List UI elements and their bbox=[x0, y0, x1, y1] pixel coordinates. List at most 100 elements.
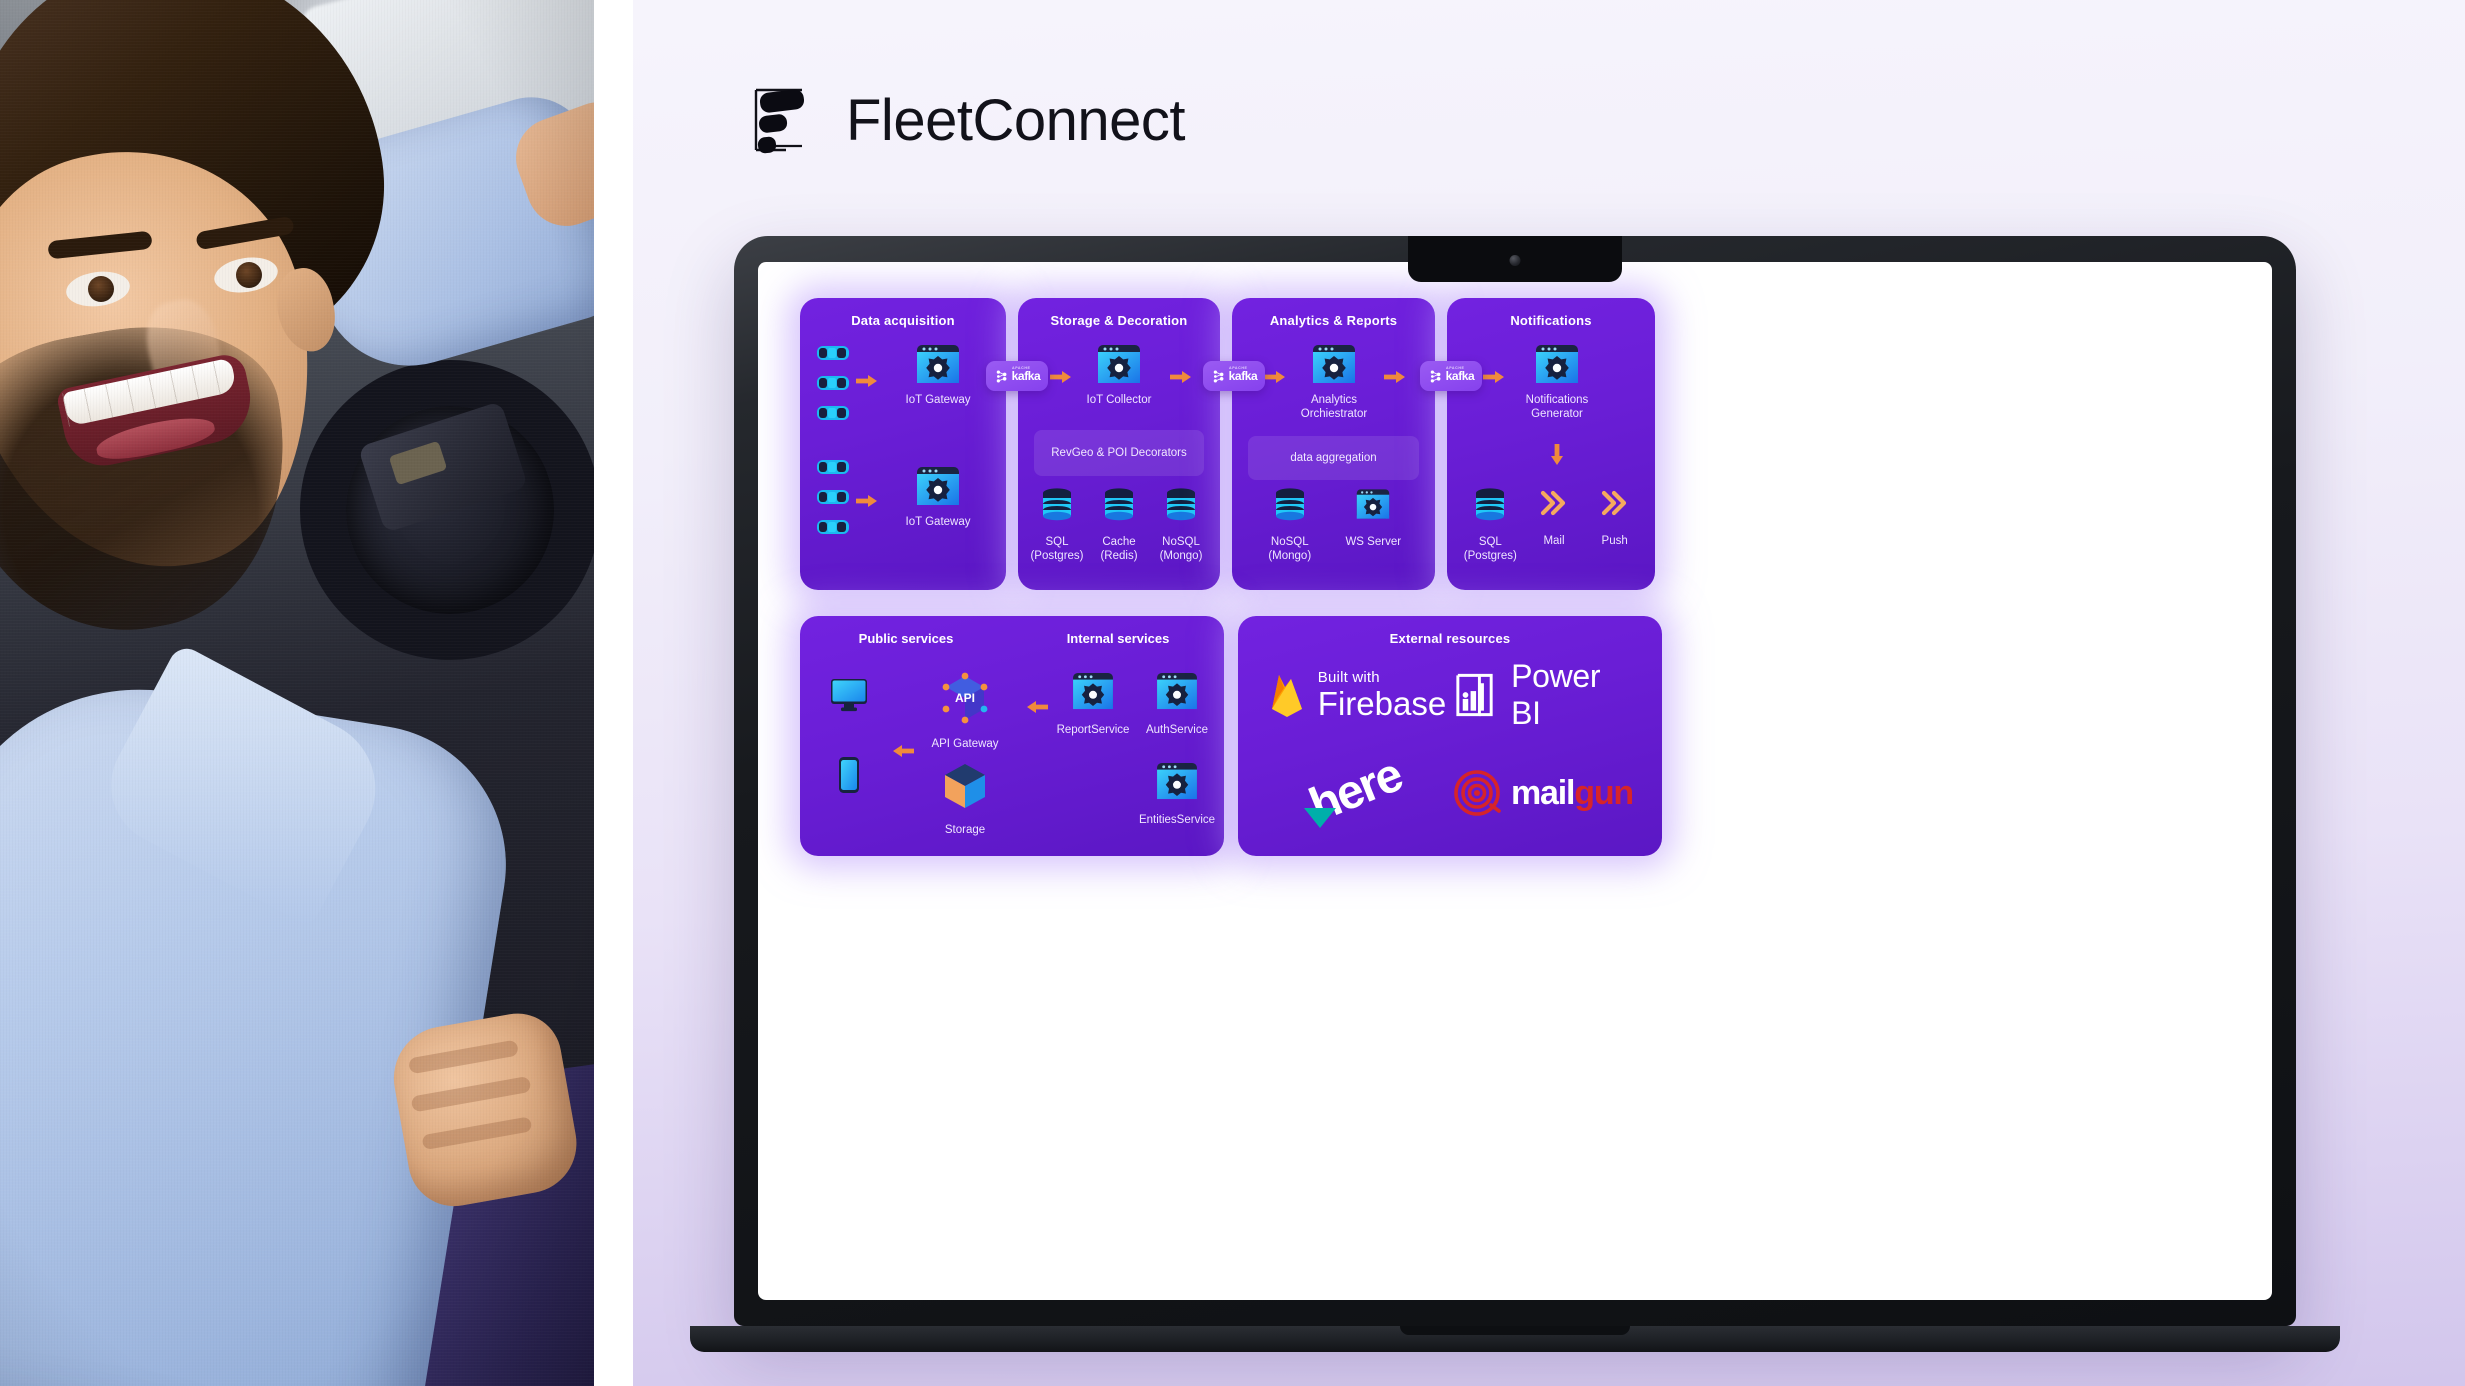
firebase-logo-lockup: Built with Firebase bbox=[1268, 670, 1446, 720]
data-aggregation-band: data aggregation bbox=[1248, 436, 1419, 480]
laptop-base bbox=[690, 1326, 2340, 1352]
datastore-cache-redis: Cache (Redis) bbox=[1090, 488, 1148, 564]
notification-outputs-group: SQL (Postgres) Mail Push bbox=[1447, 488, 1655, 564]
firebase-flame-icon bbox=[1271, 675, 1302, 717]
photo-stage-divider bbox=[594, 0, 633, 1386]
panel-public-internal-services: Public services Internal services API AP… bbox=[800, 616, 1224, 856]
fleet-bars-logo-icon bbox=[754, 88, 805, 154]
external-logo-grid: Built with Firebase Power BI here mailgu… bbox=[1238, 646, 1662, 852]
datastore-label: Cache bbox=[1102, 536, 1136, 548]
knuckle bbox=[421, 1116, 533, 1151]
service-window-gear-icon bbox=[1157, 672, 1197, 710]
pipeline-row: kafka APACHE kafka APACHE kafka APACHE D… bbox=[800, 298, 2230, 590]
smartphone-icon bbox=[839, 757, 859, 793]
service-ws-server: WS Server bbox=[1338, 488, 1408, 564]
service-window-gear-icon bbox=[1073, 672, 1113, 710]
laptop-notch bbox=[1408, 236, 1622, 282]
double-chevron-right-icon bbox=[1540, 490, 1566, 516]
decorators-band: RevGeo & POI Decorators bbox=[1034, 430, 1204, 476]
panel-title: Data acquisition bbox=[851, 313, 955, 328]
datastore-sublabel: (Mongo) bbox=[1159, 549, 1203, 562]
service-analytics-orchestrator: Analytics Orchiestrator bbox=[1287, 344, 1381, 422]
powerbi-chart-icon bbox=[1456, 673, 1493, 717]
kafka-badge: kafka APACHE bbox=[1420, 361, 1482, 391]
output-push: Push bbox=[1589, 488, 1641, 564]
desktop-monitor-icon bbox=[831, 679, 867, 712]
panel-notifications: Notifications Notifications Generator SQ… bbox=[1447, 298, 1655, 590]
database-cylinder-icon bbox=[1043, 488, 1071, 521]
storage-cube-icon bbox=[945, 764, 985, 808]
kafka-badge-sub: APACHE bbox=[1229, 366, 1248, 370]
mailgun-name-part1: mail bbox=[1511, 774, 1575, 812]
datastore-sublabel: (Postgres) bbox=[1030, 549, 1084, 562]
public-services-title: Public services bbox=[858, 631, 954, 646]
output-label: Mail bbox=[1543, 535, 1565, 547]
firebase-text: Built with Firebase bbox=[1318, 670, 1446, 720]
service-window-gear-icon bbox=[1157, 762, 1197, 800]
brand-name: FleetConnect bbox=[846, 87, 1185, 153]
arrow-right-icon bbox=[856, 495, 877, 507]
architecture-diagram: kafka APACHE kafka APACHE kafka APACHE D… bbox=[758, 262, 2272, 1300]
knuckle bbox=[407, 1039, 520, 1075]
service-window-gear-icon bbox=[1313, 345, 1355, 383]
here-logo-lockup: here bbox=[1297, 748, 1417, 833]
vehicle-fleet-group bbox=[816, 344, 850, 536]
database-cylinder-icon bbox=[1476, 488, 1505, 521]
knuckle bbox=[410, 1075, 532, 1113]
datastore-label: SQL bbox=[1478, 536, 1502, 548]
laptop-lid: kafka APACHE kafka APACHE kafka APACHE D… bbox=[734, 236, 2296, 1326]
service-label: IoT Gateway bbox=[905, 516, 971, 528]
service-report: ReportService bbox=[1050, 672, 1136, 738]
kafka-badge: kafka APACHE bbox=[986, 361, 1048, 391]
service-window-gear-icon bbox=[917, 467, 959, 505]
service-label: Storage bbox=[944, 824, 986, 836]
kafka-logo-icon bbox=[1430, 370, 1441, 382]
service-label: EntitiesService bbox=[1138, 814, 1216, 826]
datastore-sublabel: (Postgres) bbox=[1463, 549, 1517, 562]
mailgun-name-part2: gun bbox=[1574, 774, 1634, 812]
service-window-gear-icon bbox=[1098, 345, 1140, 383]
camera-dot-icon bbox=[1509, 255, 1521, 266]
powerbi-name: Power BI bbox=[1511, 658, 1601, 731]
service-window-gear-icon bbox=[1357, 489, 1390, 519]
page-root: FleetConnect kafka APACHE kafka APACHE k… bbox=[0, 0, 2465, 1386]
kafka-logo-icon bbox=[996, 370, 1007, 382]
car-icon bbox=[817, 490, 849, 504]
mailgun-name: mailgun bbox=[1511, 774, 1634, 812]
kafka-badge-sub: APACHE bbox=[1012, 366, 1031, 370]
database-cylinder-icon bbox=[1105, 488, 1133, 521]
output-label: Push bbox=[1601, 535, 1628, 547]
kafka-badge: kafka APACHE bbox=[1203, 361, 1265, 391]
laptop-device: kafka APACHE kafka APACHE kafka APACHE D… bbox=[690, 236, 2340, 1352]
mailgun-logo-lockup: mailgun bbox=[1453, 769, 1634, 817]
service-auth: AuthService bbox=[1134, 672, 1220, 738]
firebase-name: Firebase bbox=[1317, 685, 1447, 722]
arrow-right-icon bbox=[1264, 371, 1285, 383]
service-api-gateway: API API Gateway bbox=[922, 672, 1008, 752]
presentation-stage: FleetConnect kafka APACHE kafka APACHE k… bbox=[633, 0, 2465, 1386]
service-iot-gateway-1: IoT Gateway bbox=[892, 344, 984, 408]
datastore-sql-postgres: SQL (Postgres) bbox=[1461, 488, 1519, 564]
mailgun-target-icon bbox=[1454, 770, 1501, 816]
kafka-badge-label: kafka bbox=[1011, 369, 1041, 383]
service-iot-gateway-2: IoT Gateway bbox=[892, 466, 984, 530]
kafka-badge-sub: APACHE bbox=[1446, 366, 1465, 370]
internal-services-title: Internal services bbox=[1066, 631, 1170, 646]
database-cylinder-icon bbox=[1275, 488, 1304, 521]
arrow-left-icon bbox=[1027, 701, 1048, 713]
datastore-sql-postgres: SQL (Postgres) bbox=[1028, 488, 1086, 564]
panel-title: External resources bbox=[1389, 631, 1511, 646]
service-label: AuthService bbox=[1145, 724, 1208, 736]
laptop-screen: kafka APACHE kafka APACHE kafka APACHE D… bbox=[758, 262, 2272, 1300]
service-label: API Gateway bbox=[931, 738, 999, 750]
hero-photo bbox=[0, 0, 594, 1386]
service-label-line2: Generator bbox=[1531, 407, 1583, 420]
datastore-label: NoSQL bbox=[1270, 536, 1309, 548]
datastore-nosql-mongo: NoSQL (Mongo) bbox=[1259, 488, 1321, 564]
arrow-right-icon bbox=[1384, 371, 1405, 383]
panel-title: Storage & Decoration bbox=[1050, 313, 1188, 328]
service-label: WS Server bbox=[1345, 536, 1402, 548]
panel-title: Notifications bbox=[1510, 313, 1592, 328]
panel-external-resources: External resources Built with Firebase P… bbox=[1238, 616, 1662, 856]
service-entities: EntitiesService bbox=[1134, 762, 1220, 828]
